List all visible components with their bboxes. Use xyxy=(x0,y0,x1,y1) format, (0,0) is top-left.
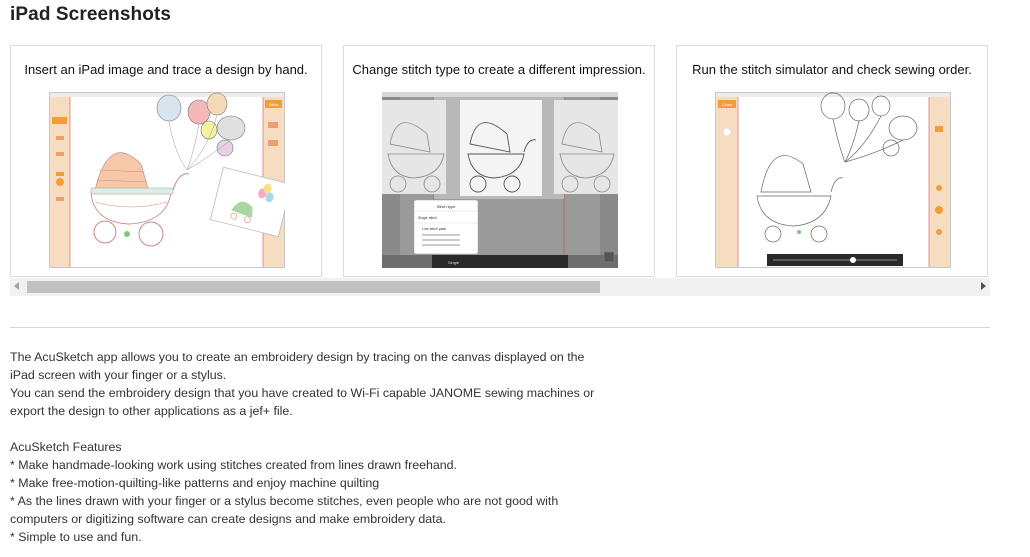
close-button-label: Close xyxy=(722,102,733,107)
bottom-bar-label: Single xyxy=(448,260,460,265)
section-title: iPad Screenshots xyxy=(10,4,172,25)
section-divider xyxy=(10,327,990,328)
screenshots-scrollbar[interactable] xyxy=(10,278,990,296)
scroll-right-arrow-icon[interactable] xyxy=(981,282,986,290)
screenshot-image-simulator: Close xyxy=(715,92,951,268)
features-title: AcuSketch Features xyxy=(10,440,122,454)
scrollbar-thumb[interactable] xyxy=(27,281,600,293)
screenshot-caption: Run the stitch simulator and check sewin… xyxy=(692,62,972,77)
description-line: export the design to other applications … xyxy=(10,404,293,418)
feature-line: * Simple to use and fun. xyxy=(10,530,142,544)
screenshot-card-1[interactable]: Insert an iPad image and trace a design … xyxy=(10,45,322,277)
feature-line: computers or digitizing software can cre… xyxy=(10,512,446,526)
screenshot-card-2[interactable]: Change stitch type to create a different… xyxy=(343,45,655,277)
screenshot-caption: Insert an iPad image and trace a design … xyxy=(24,62,308,77)
screenshot-card-3[interactable]: Run the stitch simulator and check sewin… xyxy=(676,45,988,277)
scroll-left-arrow-icon[interactable] xyxy=(14,282,19,290)
feature-line: * Make handmade-looking work using stitc… xyxy=(10,458,457,472)
popup-title: Stitch type xyxy=(437,204,456,209)
screenshot-caption: Change stitch type to create a different… xyxy=(352,62,646,77)
description-line: The AcuSketch app allows you to create a… xyxy=(10,350,585,364)
description-line: You can send the embroidery design that … xyxy=(10,386,595,400)
stitch-button-label: Stitch xyxy=(268,102,278,107)
screenshot-image-trace: Stitch xyxy=(49,92,285,268)
description-line: iPad screen with your finger or a stylus… xyxy=(10,368,227,382)
app-description: The AcuSketch app allows you to create a… xyxy=(10,348,670,546)
popup-option-line: Line stitch pack xyxy=(422,227,446,231)
feature-line: * As the lines drawn with your finger or… xyxy=(10,494,559,508)
screenshot-image-stitch-type: Stitch type Single stitch Line stitch pa… xyxy=(382,92,618,268)
feature-line: * Make free-motion-quilting-like pattern… xyxy=(10,476,380,490)
popup-option-single: Single stitch xyxy=(418,216,437,220)
